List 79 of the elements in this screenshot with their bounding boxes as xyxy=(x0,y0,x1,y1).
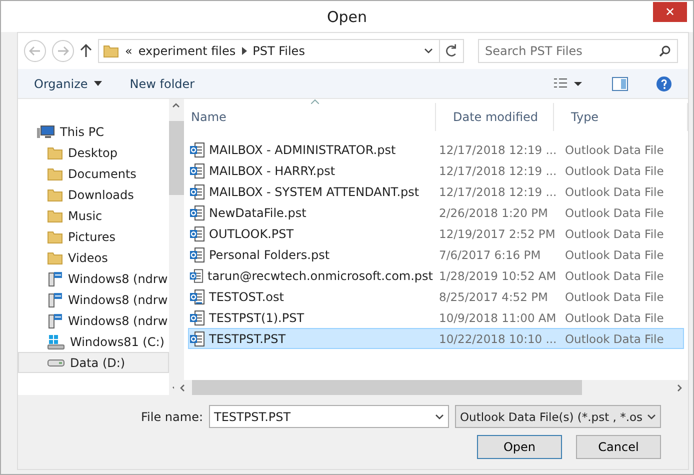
network-drive-icon xyxy=(47,292,63,308)
outlook-file-icon xyxy=(189,142,205,158)
file-row[interactable]: MAILBOX - HARRY.pst 12/17/2018 12:19 ... Outlook Data File xyxy=(188,160,684,181)
search-icon xyxy=(659,45,671,57)
folder-icon xyxy=(47,230,63,244)
file-row[interactable]: Personal Folders.pst 7/6/2017 6:16 PM Outlook Data File xyxy=(188,244,684,265)
nav-item[interactable]: Windows8 (ndrw xyxy=(18,310,169,331)
file-row[interactable]: TESTOST.ost 8/25/2017 4:52 PM Outlook Data File xyxy=(188,286,684,307)
folder-icon xyxy=(47,188,63,202)
scroll-thumb[interactable] xyxy=(192,380,582,395)
outlook-file-icon xyxy=(189,330,205,346)
back-arrow-icon xyxy=(29,46,41,56)
outlook-file-icon xyxy=(189,204,205,220)
forward-arrow-icon xyxy=(57,46,69,56)
nav-item[interactable]: Videos xyxy=(18,247,169,268)
windows-drive-icon xyxy=(47,334,65,350)
breadcrumb-arrow-icon xyxy=(242,47,247,55)
scroll-right-icon[interactable] xyxy=(676,384,684,392)
outlook-file-icon xyxy=(189,162,205,178)
dropdown-caret-icon xyxy=(424,48,433,54)
folder-icon xyxy=(47,250,63,264)
new-folder-button[interactable]: New folder xyxy=(130,74,195,92)
scroll-thumb[interactable] xyxy=(168,121,184,195)
view-list-icon[interactable] xyxy=(554,78,584,90)
open-button[interactable]: Open xyxy=(477,435,562,459)
scroll-left-icon[interactable] xyxy=(178,384,186,392)
computer-icon xyxy=(37,124,55,138)
folder-icon xyxy=(103,44,119,58)
column-header[interactable]: Type xyxy=(554,103,688,131)
folder-icon xyxy=(47,166,63,180)
nav-item[interactable]: Music xyxy=(18,205,169,226)
file-row[interactable]: TESTPST(1).PST 10/9/2018 11:00 AM Outlook Data File xyxy=(188,307,684,328)
cancel-button[interactable]: Cancel xyxy=(576,435,661,459)
file-row[interactable]: MAILBOX - ADMINISTRATOR.pst 12/17/2018 12:19 ... Outlook Data File xyxy=(188,139,684,160)
overflow-chevron[interactable]: « xyxy=(125,44,132,58)
scroll-up-icon[interactable] xyxy=(172,101,180,109)
network-drive-icon xyxy=(47,270,63,286)
organize-menu[interactable]: Organize xyxy=(34,74,102,92)
outlook-file-icon xyxy=(189,310,205,326)
file-row[interactable]: tarun@recwtech.onmicrosoft.com.pst 1/28/2019 10:52 AM Outlook Data File xyxy=(188,265,684,286)
file-name-field[interactable]: TESTPST.PST xyxy=(209,405,449,428)
outlook-file-icon xyxy=(189,268,204,284)
nav-item[interactable]: Windows8 (ndrw xyxy=(18,289,169,310)
nav-item[interactable]: Data (D:) xyxy=(18,352,169,373)
nav-item[interactable]: Downloads xyxy=(18,184,169,205)
outlook-file-icon xyxy=(189,226,205,242)
outlook-file-icon xyxy=(189,288,205,304)
search-field[interactable]: Search PST Files xyxy=(478,39,678,63)
network-drive-icon xyxy=(47,312,63,328)
folder-icon xyxy=(47,146,63,160)
file-row[interactable]: NewDataFile.pst 2/26/2018 1:20 PM Outlook Data File xyxy=(188,202,684,223)
nav-item[interactable]: Windows8 (ndrw xyxy=(18,268,169,289)
file-type-dropdown[interactable]: Outlook Data File(s) (*.pst , *.os xyxy=(455,405,661,428)
breadcrumb[interactable]: experiment files xyxy=(138,44,236,58)
close-button[interactable]: ✕ xyxy=(653,2,687,22)
help-icon[interactable] xyxy=(656,76,672,92)
file-name-label: File name: xyxy=(141,410,203,424)
address-bar[interactable]: « experiment files PST Files xyxy=(98,39,464,63)
column-header[interactable]: Name xyxy=(174,103,436,131)
window-title: Open xyxy=(326,8,368,26)
nav-item[interactable]: Pictures xyxy=(18,226,169,247)
dropdown-caret-icon xyxy=(647,414,656,420)
dropdown-caret-icon xyxy=(435,414,444,420)
breadcrumb[interactable]: PST Files xyxy=(252,44,305,58)
nav-item[interactable]: Windows81 (C:) xyxy=(18,331,169,352)
preview-pane-icon[interactable] xyxy=(612,76,628,90)
folder-icon xyxy=(47,208,63,222)
file-row[interactable]: OUTLOOK.PST 12/19/2017 2:52 PM Outlook Data File xyxy=(188,223,684,244)
outlook-file-icon xyxy=(189,246,205,262)
nav-item[interactable]: Desktop xyxy=(18,142,169,163)
caret-icon xyxy=(94,81,102,86)
up-arrow-icon[interactable] xyxy=(80,44,92,58)
nav-item[interactable]: This PC xyxy=(18,121,169,142)
outlook-file-icon xyxy=(189,184,205,200)
nav-item[interactable]: Documents xyxy=(18,163,169,184)
file-row[interactable]: MAILBOX - SYSTEM ATTENDANT.pst 12/17/2018 12:19 ... Outlook Data File xyxy=(188,181,684,202)
file-row[interactable]: TESTPST.PST 10/22/2018 10:10 ... Outlook Data File xyxy=(188,328,684,349)
column-header[interactable]: Date modified xyxy=(436,103,554,131)
drive-icon xyxy=(47,358,65,368)
